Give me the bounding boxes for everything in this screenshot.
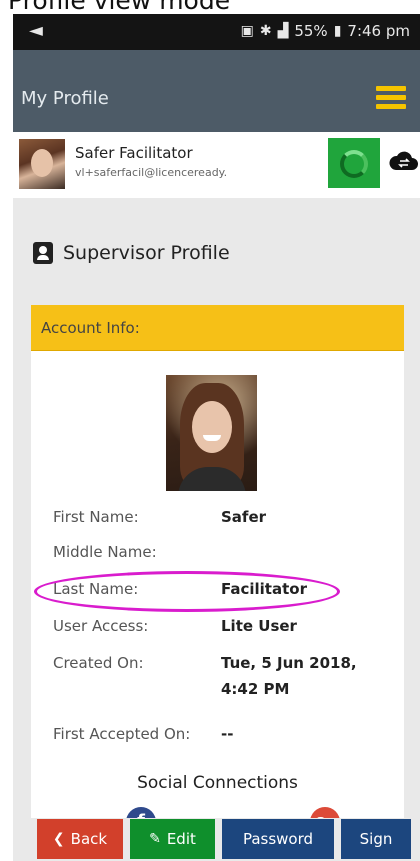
back-button[interactable]: ❮ Back [37,819,123,859]
battery-icon: ▮ [333,23,342,39]
user-access-label: User Access: [53,617,149,635]
google-plus-icon[interactable]: G+ [310,807,340,818]
user-name: Safer Facilitator [75,144,193,162]
account-info-card: Account Info: First Name: Safer Middle N… [31,305,404,818]
section-header: Supervisor Profile [33,242,230,264]
edit-button[interactable]: ✎ Edit [130,819,215,859]
status-bar: ◄ ▣ ✱ ▟ 55% ▮ 7:46 pm [13,14,420,50]
caption-text: Profile view mode [8,0,230,14]
facebook-icon[interactable]: f [126,807,156,818]
password-button[interactable]: Password [222,819,334,859]
user-access-value: Lite User [221,617,297,635]
user-email: vl+saferfacil@licenceready. [75,166,228,179]
social-connections-title: Social Connections [137,773,298,793]
first-accepted-value: -- [221,725,234,743]
first-name-label: First Name: [53,508,139,526]
sync-status-button[interactable] [328,138,380,188]
screenshot-caption: Profile view mode [0,0,420,14]
section-title: Supervisor Profile [63,242,230,264]
chevron-left-icon: ❮ [52,831,65,847]
bluetooth-icon: ✱ [259,23,272,39]
phone-screen: ◄ ▣ ✱ ▟ 55% ▮ 7:46 pm My Profile Safer F… [13,14,420,861]
app-bar: My Profile [13,50,420,132]
sign-label: Sign [359,830,393,848]
battery-level: 55% [294,22,328,40]
back-label: Back [70,830,108,848]
content-area: Supervisor Profile Account Info: First N… [13,198,420,818]
created-on-value: Tue, 5 Jun 2018, [221,654,357,672]
card-header: Account Info: [31,305,404,351]
page-title: My Profile [21,88,109,109]
edit-label: Edit [166,830,196,848]
action-bar: ❮ Back ✎ Edit Password Sign [13,818,420,861]
sign-button[interactable]: Sign [341,819,411,859]
screen-cast-icon: ▣ [240,23,254,39]
status-indicators: ▣ ✱ ▟ 55% ▮ 7:46 pm [241,22,410,40]
password-label: Password [242,830,314,848]
menu-icon[interactable] [376,86,406,110]
profile-photo [166,375,257,491]
nav-back-icon: ◄ [29,20,43,41]
user-summary: Safer Facilitator vl+saferfacil@licencer… [13,132,420,198]
id-badge-icon [33,242,53,264]
sync-spinner-icon [340,150,368,178]
clock: 7:46 pm [347,22,410,40]
last-name-highlight [34,571,340,612]
created-on-label: Created On: [53,654,144,672]
avatar [19,139,65,189]
cloud-sync-icon[interactable] [388,144,418,180]
first-name-value: Safer [221,508,267,526]
created-on-time: 4:42 PM [221,680,290,698]
middle-name-label: Middle Name: [53,543,157,561]
signal-icon: ▟ [277,23,289,39]
edit-icon: ✎ [149,831,161,847]
first-accepted-label: First Accepted On: [53,725,191,743]
